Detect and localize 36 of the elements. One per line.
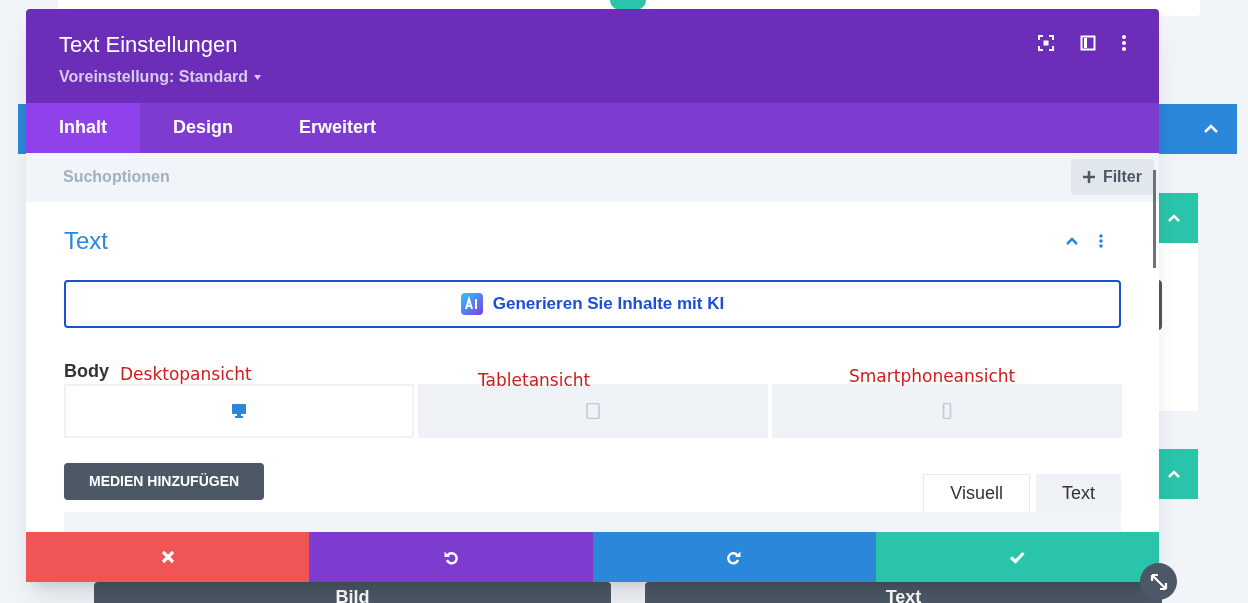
chevron-up-icon[interactable] <box>1065 236 1079 246</box>
ai-logo-icon <box>460 293 483 315</box>
ai-generate-button[interactable]: Generieren Sie Inhalte mit KI <box>64 280 1121 328</box>
section-title: Text <box>64 226 108 256</box>
redo-icon <box>726 549 743 565</box>
annotation-label: Desktopansicht <box>120 363 252 386</box>
more-options-icon[interactable] <box>1122 35 1126 51</box>
module-button[interactable]: Bild <box>94 582 611 603</box>
search-field[interactable]: Suchoptionen <box>63 165 463 190</box>
field-label: Body <box>64 360 109 382</box>
editor-tab[interactable]: Visuell <box>923 474 1030 512</box>
editor-tab[interactable]: Text <box>1036 474 1121 512</box>
resize-arrows-icon <box>1149 572 1168 591</box>
scrollbar[interactable] <box>1153 170 1156 268</box>
fullscreen-icon[interactable] <box>1038 35 1054 51</box>
tablet-icon <box>585 403 601 419</box>
add-media-button[interactable]: MEDIEN HINZUFÜGEN <box>64 463 265 500</box>
tab[interactable]: Design <box>140 102 266 153</box>
close-icon <box>159 549 176 565</box>
modal-title: Text Einstellungen <box>59 31 239 59</box>
plus-icon <box>1082 171 1095 184</box>
chevron-up-icon <box>1167 469 1181 479</box>
module-button[interactable]: Text <box>645 582 1162 603</box>
desktop-icon <box>231 403 247 419</box>
caret-icon <box>254 74 262 80</box>
checkmark-icon <box>1009 549 1026 565</box>
annotation-label: Smartphoneansicht <box>849 365 1016 388</box>
tab[interactable]: Erweitert <box>266 102 410 153</box>
tab[interactable]: Inhalt <box>26 102 140 153</box>
filter-button[interactable]: Filter <box>1070 159 1154 196</box>
annotation-label: Tabletansicht <box>478 369 591 392</box>
undo-icon <box>442 549 459 565</box>
chevron-up-icon <box>1167 213 1181 223</box>
more-options-icon[interactable] <box>1099 234 1103 248</box>
sidebar-layout-icon[interactable] <box>1080 35 1096 51</box>
preset-dropdown[interactable]: Voreinstellung: Standard <box>59 65 262 89</box>
